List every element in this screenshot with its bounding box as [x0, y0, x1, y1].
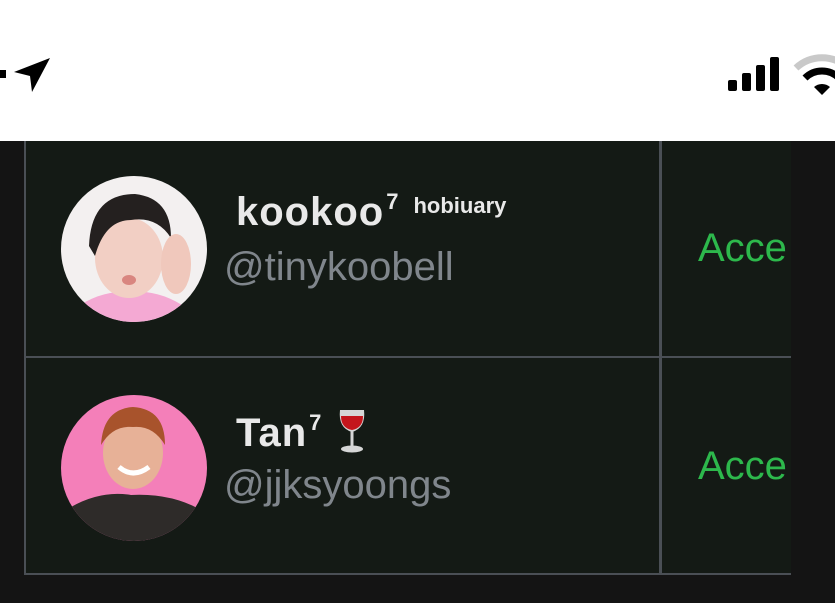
display-name: Tan7 [236, 406, 372, 456]
column-divider [659, 141, 662, 356]
wifi-icon [793, 54, 835, 95]
status-bar [0, 0, 835, 141]
avatar-image [61, 395, 207, 541]
wine-glass-icon [340, 410, 365, 453]
follow-requests-list: kookoo7 hobiuary @tinykoobell Acce Tan7 @ [24, 141, 791, 575]
list-item[interactable]: Tan7 @jjksyoongs Acce [24, 358, 791, 575]
avatar-image [61, 176, 207, 322]
username-handle: @jjksyoongs [224, 463, 452, 507]
cellular-signal-icon [728, 57, 779, 91]
avatar[interactable] [61, 395, 207, 541]
accept-button[interactable]: Acce [698, 444, 793, 489]
screen-edge [791, 141, 835, 603]
username-handle: @tinykoobell [224, 245, 454, 289]
column-divider [659, 358, 662, 573]
list-item[interactable]: kookoo7 hobiuary @tinykoobell Acce [24, 141, 791, 358]
location-arrow-icon [0, 58, 50, 92]
accept-button[interactable]: Acce [698, 226, 793, 271]
avatar[interactable] [61, 176, 207, 322]
display-name: kookoo7 hobiuary [236, 189, 507, 234]
